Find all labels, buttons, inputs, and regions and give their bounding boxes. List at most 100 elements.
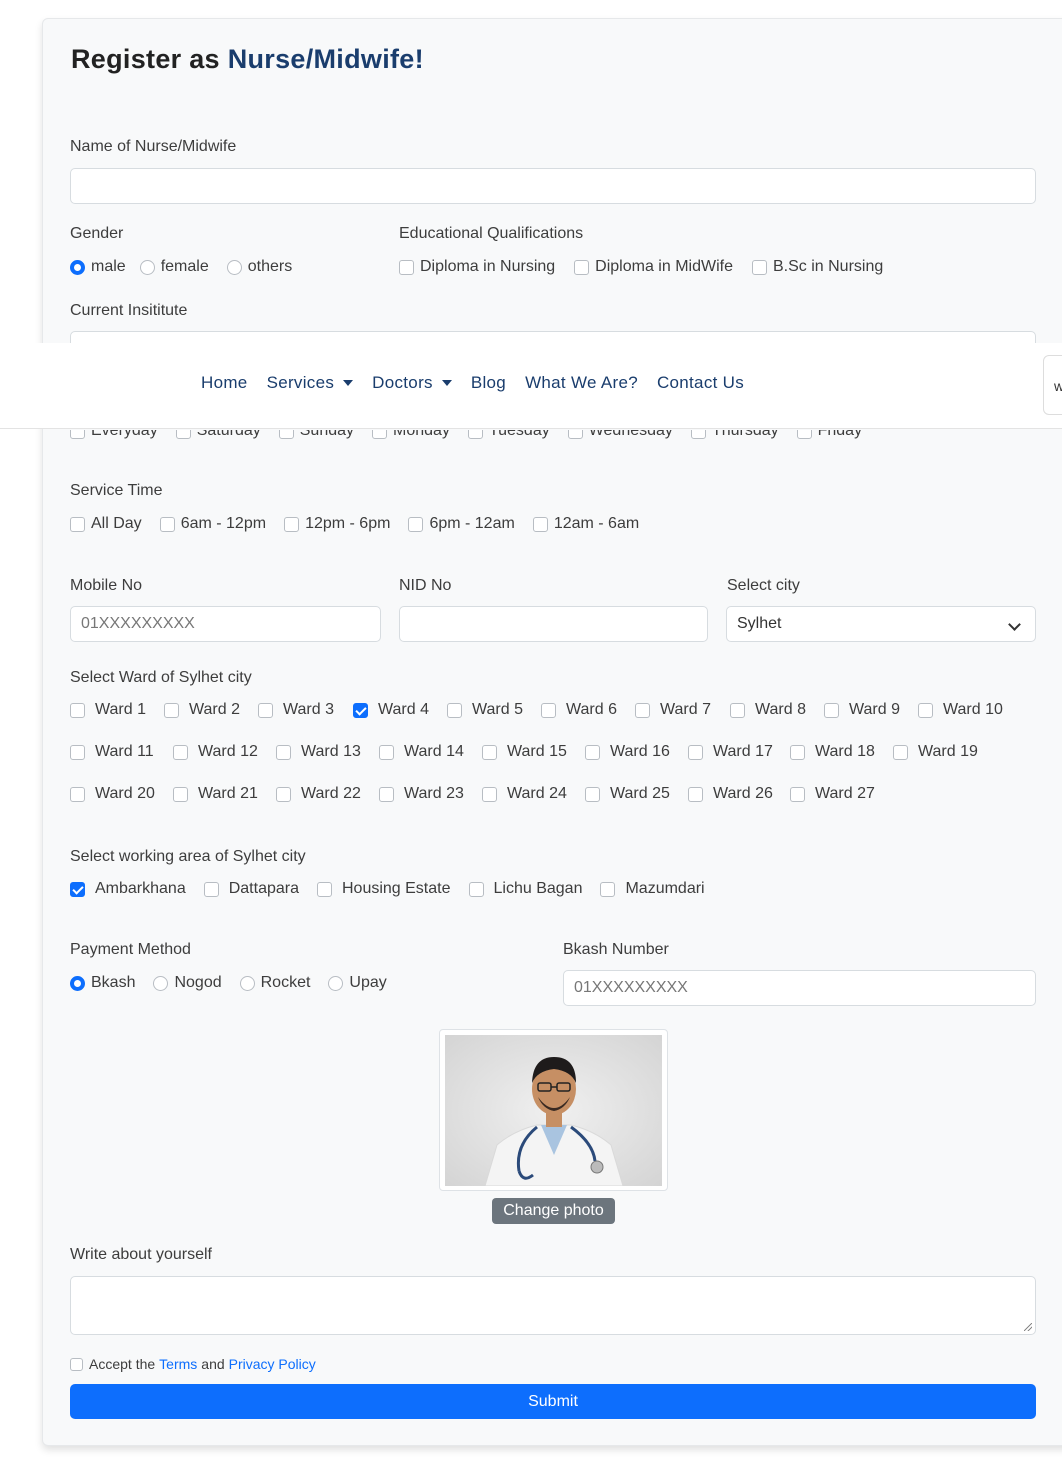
edu-checkbox-diploma-nursing[interactable] — [399, 259, 414, 275]
privacy-policy-link[interactable]: Privacy Policy — [229, 1356, 316, 1372]
ward-23-option[interactable]: Ward 23 — [379, 785, 464, 803]
ward-13-checkbox[interactable] — [276, 744, 291, 760]
ward-25-checkbox[interactable] — [585, 786, 600, 802]
area-ambarkhana-option[interactable]: Ambarkhana — [70, 880, 186, 898]
service-time-4-option[interactable]: 12am - 6am — [532, 515, 639, 533]
ward-18-checkbox[interactable] — [790, 744, 805, 760]
service-time-0-checkbox[interactable] — [70, 516, 85, 532]
payment-bkash-option[interactable]: Bkash — [70, 974, 135, 992]
edu-checkbox-bsc-nursing[interactable] — [751, 259, 767, 275]
ward-22-option[interactable]: Ward 22 — [276, 785, 361, 803]
area-ambarkhana-checkbox[interactable] — [70, 881, 85, 897]
day-everyday-checkbox[interactable] — [70, 430, 85, 439]
ward-16-option[interactable]: Ward 16 — [585, 743, 670, 761]
ward-10-option[interactable]: Ward 10 — [918, 701, 1003, 719]
service-time-1-checkbox[interactable] — [159, 516, 175, 532]
gender-option-male[interactable]: male — [70, 258, 126, 276]
ward-25-option[interactable]: Ward 25 — [585, 785, 670, 803]
ward-10-checkbox[interactable] — [918, 702, 933, 718]
gender-radio-others[interactable] — [226, 259, 242, 275]
city-select[interactable]: Sylhet — [726, 606, 1036, 642]
edu-option-bsc-nursing[interactable]: B.Sc in Nursing — [751, 258, 883, 276]
area-dattapara-option[interactable]: Dattapara — [203, 880, 299, 898]
day-monday-checkbox[interactable] — [372, 430, 388, 439]
ward-27-checkbox[interactable] — [790, 786, 805, 802]
change-photo-button[interactable]: Change photo — [492, 1198, 615, 1224]
ward-5-option[interactable]: Ward 5 — [447, 701, 523, 719]
ward-7-checkbox[interactable] — [635, 702, 650, 718]
day-monday-option[interactable]: Monday — [372, 430, 450, 440]
gender-radio-male[interactable] — [70, 259, 85, 275]
ward-14-option[interactable]: Ward 14 — [379, 743, 464, 761]
ward-1-checkbox[interactable] — [70, 702, 85, 718]
ward-6-checkbox[interactable] — [541, 702, 556, 718]
ward-26-option[interactable]: Ward 26 — [688, 785, 773, 803]
day-thursday-checkbox[interactable] — [690, 430, 706, 439]
edu-option-diploma-nursing[interactable]: Diploma in Nursing — [399, 258, 555, 276]
service-time-4-checkbox[interactable] — [532, 516, 548, 532]
gender-option-others[interactable]: others — [226, 258, 292, 276]
ward-22-checkbox[interactable] — [276, 786, 291, 802]
ward-24-checkbox[interactable] — [482, 786, 497, 802]
day-tuesday-option[interactable]: Tuesday — [467, 430, 550, 440]
day-wednesday-checkbox[interactable] — [567, 430, 583, 439]
edu-option-diploma-midwife[interactable]: Diploma in MidWife — [574, 258, 733, 276]
navbar-edge-button[interactable]: w — [1043, 355, 1062, 415]
area-mazumdari-option[interactable]: Mazumdari — [600, 880, 705, 898]
ward-8-checkbox[interactable] — [730, 702, 745, 718]
payment-upay-option[interactable]: Upay — [328, 974, 387, 992]
day-thursday-option[interactable]: Thursday — [690, 430, 779, 440]
ward-9-checkbox[interactable] — [824, 702, 839, 718]
nav-services[interactable]: Services — [267, 373, 354, 393]
ward-20-checkbox[interactable] — [70, 786, 85, 802]
service-time-3-option[interactable]: 6pm - 12am — [408, 515, 515, 533]
ward-12-checkbox[interactable] — [173, 744, 188, 760]
ward-4-checkbox[interactable] — [353, 702, 368, 718]
day-sunday-option[interactable]: Sunday — [278, 430, 354, 440]
ward-19-checkbox[interactable] — [893, 744, 908, 760]
ward-11-option[interactable]: Ward 11 — [70, 743, 154, 761]
service-time-2-checkbox[interactable] — [284, 516, 300, 532]
ward-21-option[interactable]: Ward 21 — [173, 785, 258, 803]
day-saturday-option[interactable]: Saturday — [175, 430, 261, 440]
nav-blog[interactable]: Blog — [471, 373, 506, 393]
service-time-3-checkbox[interactable] — [408, 516, 424, 532]
service-time-0-option[interactable]: All Day — [70, 515, 142, 533]
ward-15-option[interactable]: Ward 15 — [482, 743, 567, 761]
ward-26-checkbox[interactable] — [688, 786, 703, 802]
day-sunday-checkbox[interactable] — [278, 430, 294, 439]
day-everyday-option[interactable]: Everyday — [70, 430, 158, 440]
day-friday-option[interactable]: Friday — [796, 430, 862, 440]
ward-6-option[interactable]: Ward 6 — [541, 701, 617, 719]
ward-7-option[interactable]: Ward 7 — [635, 701, 711, 719]
ward-2-option[interactable]: Ward 2 — [164, 701, 240, 719]
area-housing-estate-checkbox[interactable] — [316, 881, 332, 897]
terms-link[interactable]: Terms — [159, 1356, 197, 1372]
ward-12-option[interactable]: Ward 12 — [173, 743, 258, 761]
ward-17-option[interactable]: Ward 17 — [688, 743, 773, 761]
area-mazumdari-checkbox[interactable] — [600, 881, 616, 897]
ward-17-checkbox[interactable] — [688, 744, 703, 760]
area-lichu-bagan-checkbox[interactable] — [468, 881, 484, 897]
day-saturday-checkbox[interactable] — [175, 430, 191, 439]
payment-nogod-radio[interactable] — [153, 975, 169, 991]
nav-what-we-are[interactable]: What We Are? — [525, 373, 638, 393]
name-input[interactable] — [70, 168, 1036, 204]
service-time-1-option[interactable]: 6am - 12pm — [159, 515, 266, 533]
ward-20-option[interactable]: Ward 20 — [70, 785, 155, 803]
resize-handle-icon[interactable] — [1024, 1323, 1032, 1331]
service-time-2-option[interactable]: 12pm - 6pm — [284, 515, 390, 533]
ward-21-checkbox[interactable] — [173, 786, 188, 802]
area-housing-estate-option[interactable]: Housing Estate — [316, 880, 451, 898]
day-wednesday-option[interactable]: Wednesday — [567, 430, 673, 440]
ward-4-option[interactable]: Ward 4 — [353, 701, 429, 719]
ward-27-option[interactable]: Ward 27 — [790, 785, 875, 803]
gender-radio-female[interactable] — [139, 259, 155, 275]
ward-14-checkbox[interactable] — [379, 744, 394, 760]
payment-bkash-radio[interactable] — [70, 975, 85, 991]
payment-upay-radio[interactable] — [328, 975, 344, 991]
day-tuesday-checkbox[interactable] — [467, 430, 483, 439]
ward-19-option[interactable]: Ward 19 — [893, 743, 978, 761]
ward-2-checkbox[interactable] — [164, 702, 179, 718]
payment-rocket-option[interactable]: Rocket — [239, 974, 310, 992]
